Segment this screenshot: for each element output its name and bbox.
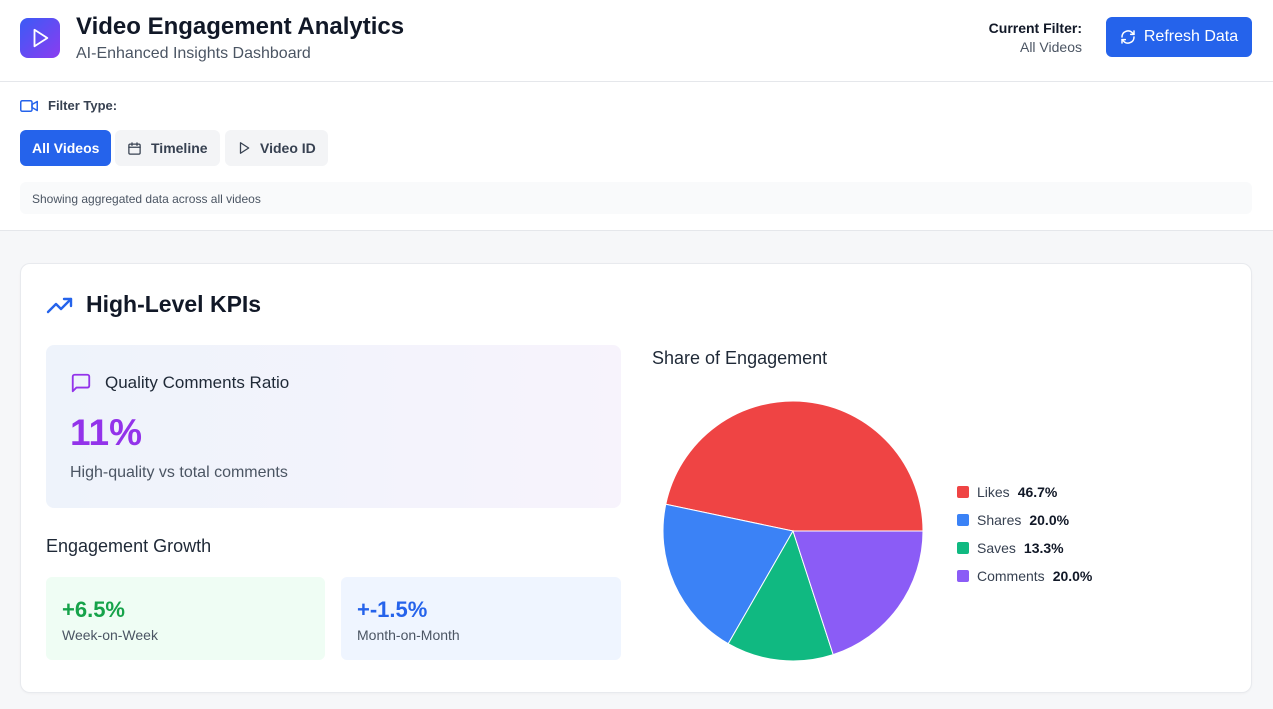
trending-up-icon — [46, 297, 73, 313]
filter-timeline-label: Timeline — [151, 140, 208, 156]
app-header: Video Engagement Analytics AI-Enhanced I… — [0, 0, 1273, 82]
quality-comments-panel: Quality Comments Ratio 11% High-quality … — [46, 345, 621, 508]
kpi-card: High-Level KPIs Quality Comments Ratio 1… — [20, 263, 1252, 693]
week-growth-box: +6.5% Week-on-Week — [46, 577, 325, 660]
kpi-card-header: High-Level KPIs — [46, 291, 261, 318]
legend-swatch — [957, 542, 969, 554]
month-growth-box: +-1.5% Month-on-Month — [341, 577, 621, 660]
legend-swatch — [957, 486, 969, 498]
month-growth-value: +-1.5% — [357, 597, 428, 622]
engagement-pie-chart — [662, 400, 924, 662]
page-title: Video Engagement Analytics — [76, 13, 405, 40]
chart-legend: Likes 46.7% Shares 20.0% Saves 13.3% Comments 2… — [957, 478, 1092, 590]
chart-title: Share of Engagement — [652, 348, 828, 368]
legend-label: Comments — [977, 568, 1045, 584]
current-filter-value: All Videos — [1019, 39, 1082, 55]
page-subtitle: AI-Enhanced Insights Dashboard — [76, 45, 311, 62]
legend-item-comments: Comments 20.0% — [957, 562, 1092, 590]
filter-all-videos-button[interactable]: All Videos — [20, 130, 112, 166]
calendar-icon — [128, 141, 141, 155]
filter-type: Filter Type: — [20, 98, 117, 113]
pie-slice-likes[interactable] — [665, 400, 924, 532]
legend-value: 46.7% — [1017, 484, 1058, 500]
message-square-icon — [71, 373, 91, 393]
legend-item-likes: Likes 46.7% — [957, 478, 1092, 506]
week-growth-value: +6.5% — [62, 597, 125, 622]
refresh-data-label: Refresh Data — [1143, 28, 1239, 45]
engagement-growth-title: Engagement Growth — [46, 536, 212, 556]
quality-comments-description: High-quality vs total comments — [70, 464, 288, 481]
quality-comments-header: Quality Comments Ratio — [70, 372, 289, 394]
filter-bar: Filter Type: All Videos Timeline Video I… — [0, 82, 1273, 231]
refresh-icon — [1121, 30, 1135, 44]
filter-type-label: Filter Type: — [48, 98, 118, 113]
legend-swatch — [957, 514, 969, 526]
current-filter-label: Current Filter: — [988, 20, 1082, 36]
legend-value: 20.0% — [1052, 568, 1093, 584]
app-logo — [20, 18, 60, 58]
legend-label: Saves — [977, 540, 1016, 556]
kpi-card-title: High-Level KPIs — [86, 291, 262, 317]
legend-item-saves: Saves 13.3% — [957, 534, 1092, 562]
play-icon — [239, 142, 250, 154]
play-icon — [33, 28, 49, 48]
filter-timeline-button[interactable]: Timeline — [115, 130, 220, 166]
filter-video-id-label: Video ID — [260, 140, 316, 156]
quality-comments-value: 11% — [70, 412, 143, 453]
filter-all-videos-label: All Videos — [32, 140, 100, 156]
legend-value: 20.0% — [1029, 512, 1070, 528]
filter-note: Showing aggregated data across all video… — [20, 182, 1252, 214]
legend-label: Likes — [977, 484, 1010, 500]
legend-item-shares: Shares 20.0% — [957, 506, 1092, 534]
legend-label: Shares — [977, 512, 1022, 528]
video-camera-icon — [20, 99, 38, 112]
refresh-data-button[interactable]: Refresh Data — [1106, 17, 1252, 57]
quality-comments-title: Quality Comments Ratio — [105, 373, 290, 392]
week-growth-label: Week-on-Week — [62, 627, 158, 643]
legend-swatch — [957, 570, 969, 582]
month-growth-label: Month-on-Month — [357, 627, 460, 643]
filter-video-id-button[interactable]: Video ID — [225, 130, 328, 166]
legend-value: 13.3% — [1023, 540, 1064, 556]
